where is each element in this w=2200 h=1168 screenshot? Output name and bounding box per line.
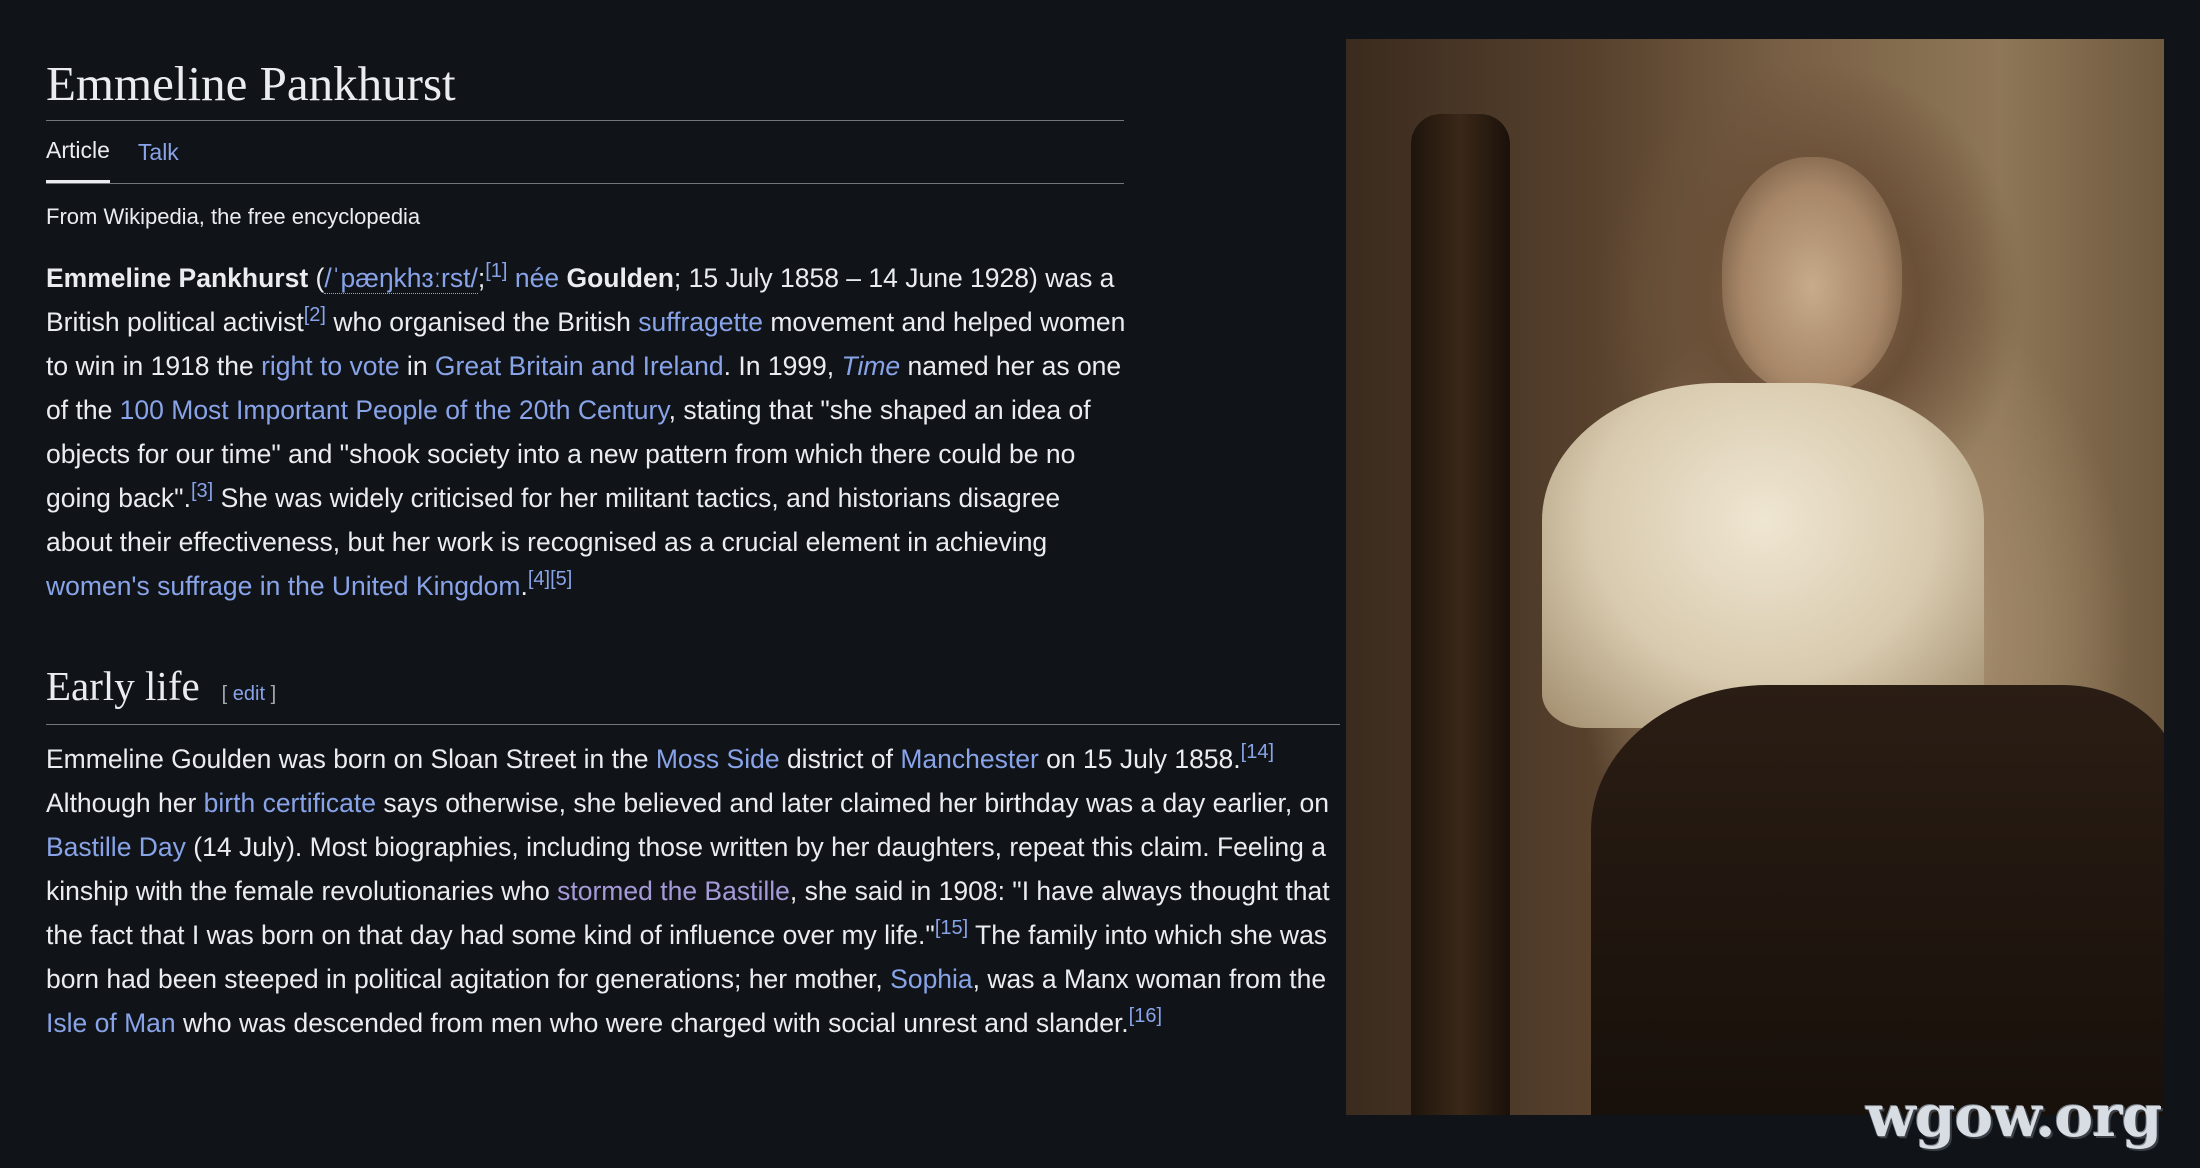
birth-certificate-link[interactable]: birth certificate xyxy=(204,788,376,818)
ref-14-link[interactable]: [14] xyxy=(1241,741,1274,763)
text-run xyxy=(507,263,514,293)
tab-article[interactable]: Article xyxy=(46,121,110,183)
ref-15: [15] xyxy=(935,917,968,939)
page-title: Emmeline Pankhurst xyxy=(46,52,1124,121)
text-run: says otherwise, she believed and later c… xyxy=(375,788,1330,818)
ref-1-link[interactable]: [1] xyxy=(485,260,507,282)
ref-5-link[interactable]: [5] xyxy=(550,568,572,590)
nee-link[interactable]: née xyxy=(515,263,559,293)
ref-3: [3] xyxy=(191,480,213,502)
ref-3-link[interactable]: [3] xyxy=(191,480,213,502)
early-life-heading: Early life xyxy=(46,663,200,709)
ref-4: [4] xyxy=(528,568,550,590)
text-run: . xyxy=(520,571,528,601)
edit-bracket: ] xyxy=(265,683,277,705)
most-important-people-link[interactable]: 100 Most Important People of the 20th Ce… xyxy=(120,395,669,425)
ref-5: [5] xyxy=(550,568,572,590)
text-run: Although her xyxy=(46,788,204,818)
subject-name: Emmeline Pankhurst xyxy=(46,263,309,293)
text-run: Emmeline Goulden was born on Sloan Stree… xyxy=(46,744,656,774)
text-run: in xyxy=(399,351,435,381)
ref-16: [16] xyxy=(1129,1005,1162,1027)
text-run: who organised the British xyxy=(325,307,639,337)
text-run: district of xyxy=(779,744,901,774)
text-run: who was descended from men who were char… xyxy=(175,1008,1129,1038)
isle-of-man-link[interactable]: Isle of Man xyxy=(46,1008,176,1038)
stormed-bastille-link[interactable]: stormed the Bastille xyxy=(557,876,790,906)
text-run: ( xyxy=(308,263,325,293)
ref-15-link[interactable]: [15] xyxy=(935,917,968,939)
text-run: . In 1999, xyxy=(723,351,842,381)
ref-2: [2] xyxy=(304,304,326,326)
bastille-day-link[interactable]: Bastille Day xyxy=(46,832,186,862)
ipa-pronunciation-link[interactable]: /ˈpæŋkhɜːrst/ xyxy=(324,263,478,294)
ref-1: [1] xyxy=(485,260,507,282)
great-britain-ireland-link[interactable]: Great Britain and Ireland xyxy=(435,351,724,381)
portrait-head xyxy=(1722,157,1903,395)
moss-side-link[interactable]: Moss Side xyxy=(656,744,780,774)
tab-talk[interactable]: Talk xyxy=(138,121,179,183)
edit-section: [ edit ] xyxy=(222,683,277,706)
ref-2-link[interactable]: [2] xyxy=(304,304,326,326)
portrait-chair xyxy=(1411,114,1510,1115)
maiden-name: Goulden xyxy=(566,263,674,293)
portrait-skirt xyxy=(1591,684,2164,1115)
ref-14: [14] xyxy=(1241,741,1274,763)
early-life-heading-bar: Early life [ edit ] xyxy=(46,660,1340,725)
lead-paragraph: Emmeline Pankhurst (/ˈpæŋkhɜːrst/;[1] né… xyxy=(46,256,1126,608)
watermark-logo: wgow.org xyxy=(1866,1082,2162,1150)
title-block: Emmeline Pankhurst Article Talk From Wik… xyxy=(46,52,1124,230)
portrait-image[interactable] xyxy=(1346,39,2164,1115)
article-content: Emmeline Pankhurst Article Talk From Wik… xyxy=(46,52,1341,1045)
early-life-paragraph: Emmeline Goulden was born on Sloan Stree… xyxy=(46,737,1341,1045)
suffragette-link[interactable]: suffragette xyxy=(638,307,763,337)
time-magazine-link[interactable]: Time xyxy=(842,351,901,381)
portrait-blouse xyxy=(1542,383,1985,728)
edit-section-link[interactable]: edit xyxy=(233,683,265,705)
sophia-link[interactable]: Sophia xyxy=(890,964,973,994)
edit-bracket: [ xyxy=(221,683,233,705)
site-tagline: From Wikipedia, the free encyclopedia xyxy=(46,204,421,229)
ref-4-link[interactable]: [4] xyxy=(528,568,550,590)
ref-16-link[interactable]: [16] xyxy=(1129,1005,1162,1027)
text-run: on 15 July 1858. xyxy=(1038,744,1241,774)
time-magazine-title: Time xyxy=(841,351,901,381)
womens-suffrage-uk-link[interactable]: women's suffrage in the United Kingdom xyxy=(46,571,520,601)
manchester-link[interactable]: Manchester xyxy=(900,744,1038,774)
text-run: , was a Manx woman from the xyxy=(972,964,1327,994)
right-to-vote-link[interactable]: right to vote xyxy=(261,351,399,381)
page-tabs: Article Talk xyxy=(46,121,1124,184)
